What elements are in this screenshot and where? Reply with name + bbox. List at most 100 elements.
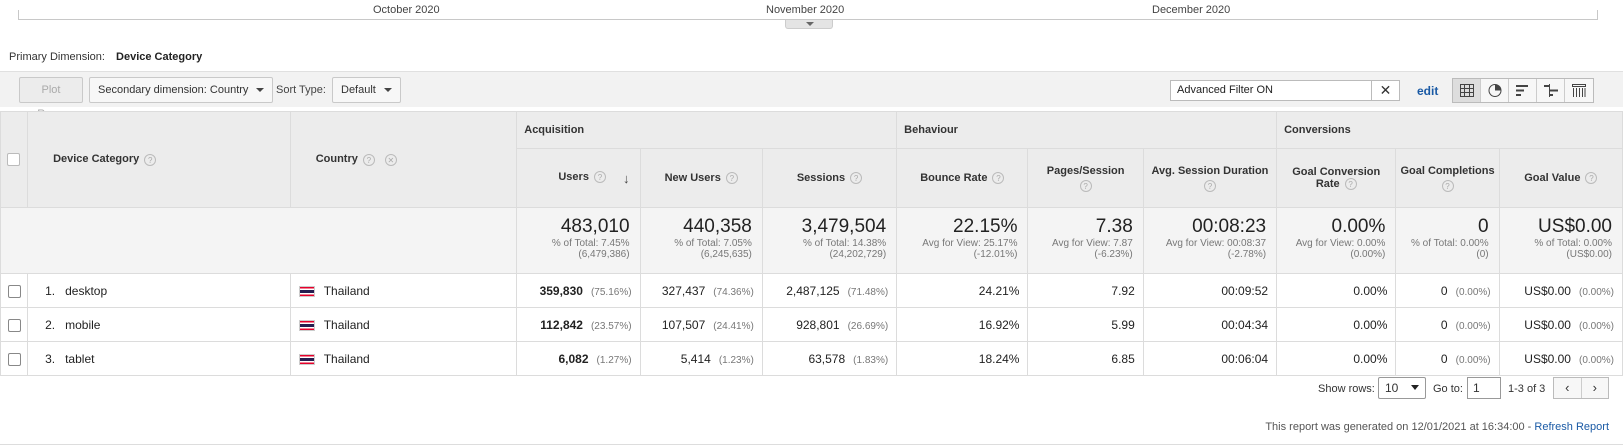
sessions-total-value: 3,479,504: [801, 216, 887, 237]
bounce-rate-total-value: 22.15%: [953, 216, 1018, 237]
conv-rate-cell: 0.00%: [1276, 273, 1397, 308]
new-users-value: 5,414: [680, 351, 711, 366]
users-value: 6,082: [558, 351, 589, 366]
secondary-dimension-label: Secondary dimension: Country: [98, 84, 249, 96]
pages-session-total-diff: (-6.23%): [1094, 249, 1133, 260]
next-page-icon[interactable]: ›: [1582, 378, 1609, 398]
pages-session-total: 7.38 Avg for View: 7.87 (-6.23%): [1027, 207, 1144, 274]
select-all-checkbox[interactable]: [7, 153, 20, 166]
conv-rate-cell: 0.00%: [1276, 307, 1397, 342]
users-value: 359,830: [539, 283, 583, 298]
table-row: 3. tablet Thailand 6,082 (1.27%) 5,414 (1.…: [0, 341, 1623, 376]
help-icon[interactable]: ?: [992, 172, 1005, 185]
plot-rows-button[interactable]: Plot Rows: [19, 77, 83, 120]
users-total: 483,010% of Total: 7.45% (6,479,386): [516, 207, 641, 274]
goal-value-value: US$0.00: [1524, 283, 1571, 298]
avg-duration-total: 00:08:23 Avg for View: 00:08:37 (-2.78%): [1142, 207, 1278, 274]
help-icon[interactable]: ?: [1079, 179, 1092, 192]
comparison-view-button[interactable]: [1537, 79, 1565, 102]
row-checkbox[interactable]: [8, 352, 22, 366]
completions-total: 0% of Total: 0.00% (0): [1395, 207, 1500, 274]
row-index: 2.: [45, 317, 56, 332]
view-switcher: [1452, 78, 1594, 103]
users-header[interactable]: Users? ↓: [516, 148, 641, 208]
new-users-value: 107,507: [661, 317, 706, 332]
help-icon[interactable]: ?: [1585, 172, 1598, 185]
show-rows-value: 10: [1385, 381, 1399, 395]
timeline-strip: October 2020 November 2020 December 2020: [0, 0, 1623, 30]
timeline-month-label: October 2020: [373, 4, 440, 16]
avg-duration-total-avg: Avg for View: 00:08:37: [1165, 238, 1267, 249]
pages-session-total-value: 7.38: [1095, 216, 1133, 237]
goal-conversion-rate-header[interactable]: Goal Conversion Rate?: [1276, 148, 1397, 208]
device-link[interactable]: mobile: [65, 318, 100, 332]
completions-total-pct: % of Total: 0.00%: [1410, 238, 1489, 249]
close-icon[interactable]: ✕: [1371, 81, 1399, 100]
remove-dimension-icon[interactable]: ✕: [384, 153, 397, 166]
report-table: Device Category? Country? ✕ Acquisition B…: [0, 111, 1623, 376]
thailand-flag-icon: [298, 285, 315, 297]
device-category-header[interactable]: Device Category?: [27, 111, 291, 208]
refresh-report-link[interactable]: Refresh Report: [1534, 421, 1609, 433]
pages-session-cell: 5.99: [1027, 307, 1144, 342]
timeline-collapse-handle[interactable]: [785, 20, 833, 29]
new-users-pct: (1.23%): [718, 354, 754, 366]
bounce-rate-total-avg: Avg for View: 25.17%: [922, 238, 1018, 249]
row-checkbox[interactable]: [8, 318, 22, 332]
help-icon[interactable]: ?: [1203, 179, 1216, 192]
completions-pct: (0.00%): [1455, 354, 1491, 366]
new-users-header[interactable]: New Users?: [639, 148, 763, 208]
pages-session-header-label: Pages/Session: [1046, 164, 1125, 177]
sort-type-label: Sort Type:: [276, 84, 326, 96]
help-icon[interactable]: ?: [1344, 178, 1357, 191]
primary-dimension-label: Primary Dimension:: [9, 51, 105, 63]
sort-type-dropdown[interactable]: Default: [332, 77, 401, 103]
goal-conversion-rate-header-label: Goal Conversion Rate: [1292, 165, 1381, 190]
goto-page-input[interactable]: 1: [1467, 377, 1501, 399]
advanced-filter-input[interactable]: Advanced Filter ON ✕: [1170, 80, 1400, 101]
row-checkbox[interactable]: [8, 284, 22, 298]
pivot-view-button[interactable]: [1565, 79, 1593, 102]
completions-pct: (0.00%): [1455, 286, 1491, 298]
show-rows-select[interactable]: 10: [1378, 377, 1426, 399]
sort-descending-icon[interactable]: ↓: [623, 171, 630, 186]
timeline-tick: [18, 10, 19, 19]
country-link[interactable]: Thailand: [324, 318, 370, 332]
sessions-total-abs: (24,202,729): [829, 249, 887, 260]
country-link[interactable]: Thailand: [324, 352, 370, 366]
help-icon[interactable]: ?: [144, 153, 157, 166]
help-icon[interactable]: ?: [850, 172, 863, 185]
help-icon[interactable]: ?: [593, 170, 606, 183]
help-icon[interactable]: ?: [1441, 179, 1454, 192]
secondary-dimension-dropdown[interactable]: Secondary dimension: Country: [89, 77, 274, 103]
country-header[interactable]: Country? ✕: [289, 111, 518, 208]
edit-filter-link[interactable]: edit: [1417, 84, 1438, 98]
help-icon[interactable]: ?: [362, 153, 375, 166]
device-link[interactable]: desktop: [65, 284, 107, 298]
thailand-flag-icon: [298, 319, 315, 331]
goal-completions-header[interactable]: Goal Completions?: [1395, 148, 1500, 208]
previous-page-icon[interactable]: ‹: [1554, 378, 1582, 398]
completions-cell: 0 (0.00%): [1395, 341, 1500, 376]
device-cell: 3. tablet: [27, 341, 291, 376]
avg-duration-cell: 00:04:34: [1142, 307, 1278, 342]
pie-view-button[interactable]: [1481, 79, 1509, 102]
goal-value-header[interactable]: Goal Value?: [1498, 148, 1623, 208]
goal-value-pct: (0.00%): [1578, 354, 1614, 366]
avg-session-duration-header[interactable]: Avg. Session Duration?: [1142, 148, 1278, 208]
table-view-button[interactable]: [1453, 79, 1481, 102]
help-icon[interactable]: ?: [725, 172, 738, 185]
bounce-rate-header[interactable]: Bounce Rate?: [896, 148, 1029, 208]
users-cell: 112,842 (23.57%): [516, 307, 641, 342]
pages-session-header[interactable]: Pages/Session?: [1027, 148, 1144, 208]
timeline-month-label: November 2020: [766, 4, 845, 16]
primary-dimension-value[interactable]: Device Category: [116, 51, 202, 63]
sessions-header[interactable]: Sessions?: [761, 148, 898, 208]
goal-value-total-value: US$0.00: [1538, 216, 1612, 237]
users-total-value: 483,010: [560, 216, 630, 237]
device-link[interactable]: tablet: [65, 352, 94, 366]
performance-view-button[interactable]: [1509, 79, 1537, 102]
country-link[interactable]: Thailand: [324, 284, 370, 298]
completions-cell: 0 (0.00%): [1395, 307, 1500, 342]
device-category-header-label: Device Category: [53, 153, 140, 166]
